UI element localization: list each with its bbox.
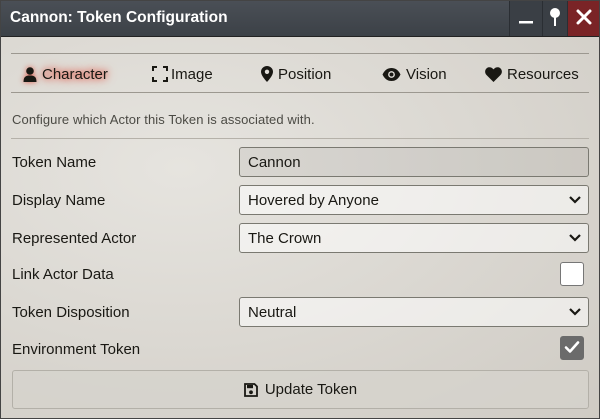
expand-icon: [152, 66, 168, 82]
token-name-input[interactable]: Cannon: [239, 147, 589, 177]
chevron-down-icon: [568, 233, 582, 243]
tab-position-label: Position: [278, 65, 332, 83]
tab-image-label: Image: [171, 65, 213, 83]
link-actor-data-checkbox[interactable]: [560, 262, 584, 286]
tab-resources-label: Resources: [507, 65, 579, 83]
token-name-label: Token Name: [12, 154, 97, 171]
token-disposition-value: Neutral: [248, 303, 297, 321]
eye-icon: [382, 67, 401, 81]
close-icon: [576, 9, 592, 29]
pin-button[interactable]: [542, 1, 567, 36]
environment-token-label: Environment Token: [12, 341, 141, 358]
chevron-down-icon: [568, 307, 582, 317]
divider: [11, 138, 589, 139]
minimize-icon: [518, 9, 534, 29]
tab-resources[interactable]: Resources: [485, 62, 579, 86]
token-name-value: Cannon: [248, 153, 301, 171]
tab-character-label: Character: [42, 65, 108, 83]
update-token-label: Update Token: [264, 381, 358, 398]
token-disposition-select[interactable]: Neutral: [239, 297, 589, 327]
token-config-window: Cannon: Token Configuration Character Im…: [0, 0, 600, 419]
update-token-button[interactable]: Update Token: [12, 370, 589, 409]
hint-text: Configure which Actor this Token is asso…: [12, 112, 315, 127]
tab-position[interactable]: Position: [261, 62, 331, 86]
display-name-value: Hovered by Anyone: [248, 191, 379, 209]
window-title: Cannon: Token Configuration: [10, 9, 228, 26]
tab-image[interactable]: Image: [152, 62, 213, 86]
link-actor-data-label: Link Actor Data: [12, 266, 114, 283]
check-icon: [564, 339, 580, 358]
chevron-down-icon: [568, 195, 582, 205]
heart-icon: [485, 66, 502, 82]
tab-vision[interactable]: Vision: [382, 62, 447, 86]
user-icon: [23, 66, 37, 82]
tab-bar: Character Image Position Vision Resource…: [11, 53, 589, 93]
map-marker-icon: [261, 66, 273, 82]
pin-icon: [549, 7, 561, 31]
display-name-label: Display Name: [12, 192, 106, 209]
minimize-button[interactable]: [509, 1, 542, 36]
environment-token-checkbox[interactable]: [560, 336, 584, 360]
close-button[interactable]: [567, 1, 599, 36]
represented-actor-select[interactable]: The Crown: [239, 223, 589, 253]
display-name-select[interactable]: Hovered by Anyone: [239, 185, 589, 215]
represented-actor-value: The Crown: [248, 229, 322, 247]
tab-character[interactable]: Character: [23, 62, 108, 86]
represented-actor-label: Represented Actor: [12, 230, 137, 247]
title-bar[interactable]: Cannon: Token Configuration: [1, 1, 599, 37]
token-disposition-label: Token Disposition: [12, 304, 130, 321]
tab-vision-label: Vision: [406, 65, 447, 83]
save-icon: [243, 382, 258, 397]
